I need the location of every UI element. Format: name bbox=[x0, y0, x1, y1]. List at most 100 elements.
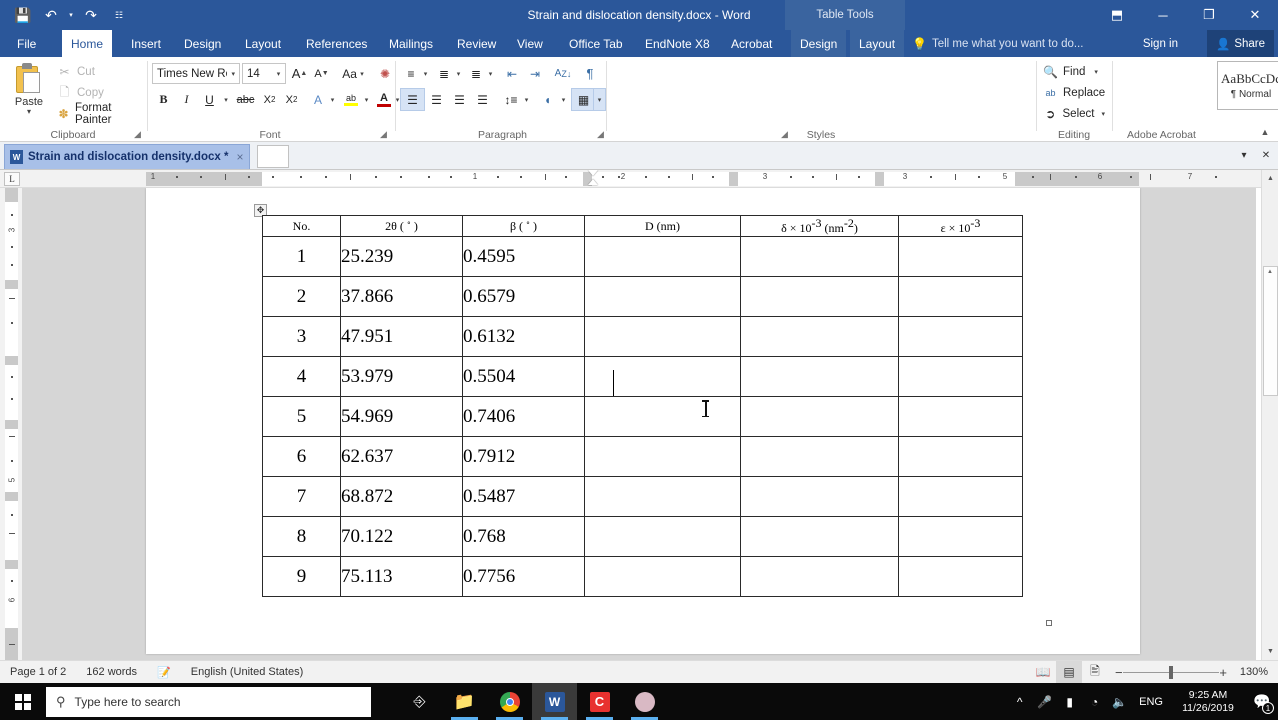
table-row[interactable]: 3 47.951 0.6132 bbox=[262, 316, 1023, 357]
clipboard-dialog-launcher-icon[interactable]: ◢ bbox=[132, 129, 143, 140]
table-row[interactable]: 1 25.239 0.4595 bbox=[262, 236, 1023, 277]
show-hidden-icons-icon[interactable]: ^ bbox=[1007, 683, 1032, 720]
tab-file[interactable]: File bbox=[8, 30, 45, 57]
file-explorer-button[interactable]: 📁 bbox=[442, 683, 487, 720]
tab-design[interactable]: Design bbox=[175, 30, 230, 57]
scroll-up-icon[interactable]: ▲ bbox=[1262, 170, 1278, 187]
volume-icon[interactable]: 🔈 bbox=[1107, 683, 1132, 720]
align-center-icon[interactable]: ☰ bbox=[425, 89, 448, 110]
bullets-caret-icon[interactable]: ▾ bbox=[420, 63, 431, 84]
cell-beta[interactable]: 0.5487 bbox=[462, 476, 585, 517]
table-row[interactable]: 2 37.866 0.6579 bbox=[262, 276, 1023, 317]
tab-home[interactable]: Home bbox=[62, 30, 113, 57]
font-family-combo[interactable]: Times New Ro ▾ bbox=[152, 63, 240, 84]
tab-view[interactable]: View bbox=[508, 30, 552, 57]
document-tab-close-icon[interactable]: × bbox=[236, 150, 243, 164]
cell-no[interactable]: 5 bbox=[262, 396, 341, 437]
styles-dialog-launcher-icon[interactable]: ◢ bbox=[779, 129, 790, 140]
cell-no[interactable]: 7 bbox=[262, 476, 341, 517]
justify-icon[interactable]: ☰ bbox=[471, 89, 494, 110]
numbering-caret-icon[interactable]: ▾ bbox=[453, 63, 464, 84]
show-formatting-marks-icon[interactable]: ¶ bbox=[580, 63, 600, 84]
cell-no[interactable]: 2 bbox=[262, 276, 341, 317]
cell-2theta[interactable]: 54.969 bbox=[340, 396, 463, 437]
cell-no[interactable]: 1 bbox=[262, 236, 341, 277]
search-input[interactable]: ⚲ Type here to search bbox=[46, 686, 371, 717]
tab-table-design[interactable]: Design bbox=[791, 30, 847, 57]
copy-button[interactable]: 🗋 Copy bbox=[54, 83, 138, 103]
cell-epsilon[interactable] bbox=[898, 476, 1023, 517]
cell-epsilon[interactable] bbox=[898, 316, 1023, 357]
paste-button[interactable]: Paste ▾ bbox=[6, 61, 52, 127]
word-button[interactable]: W bbox=[532, 683, 577, 720]
table-row[interactable]: 8 70.122 0.768 bbox=[262, 516, 1023, 557]
tell-me-search[interactable]: 💡 Tell me what you want to do... bbox=[912, 30, 1083, 57]
proofing-errors-icon[interactable]: 📝 bbox=[147, 661, 181, 684]
ribbon-display-options-icon[interactable]: ⬒ bbox=[1094, 0, 1140, 30]
cell-d[interactable] bbox=[584, 236, 741, 277]
font-family-caret-icon[interactable]: ▾ bbox=[227, 70, 239, 78]
italic-icon[interactable]: I bbox=[176, 89, 197, 110]
shrink-font-icon[interactable]: A ▼ bbox=[311, 63, 332, 84]
font-color-icon[interactable]: A bbox=[374, 89, 394, 110]
decrease-indent-icon[interactable]: ⇤ bbox=[501, 63, 523, 84]
paste-dropdown-icon[interactable]: ▾ bbox=[27, 108, 31, 116]
page-indicator[interactable]: Page 1 of 2 bbox=[0, 661, 76, 684]
table-row[interactable]: 9 75.113 0.7756 bbox=[262, 556, 1023, 597]
cell-beta[interactable]: 0.7406 bbox=[462, 396, 585, 437]
cell-beta[interactable]: 0.7756 bbox=[462, 556, 585, 597]
cell-epsilon[interactable] bbox=[898, 556, 1023, 597]
increase-indent-icon[interactable]: ⇥ bbox=[524, 63, 546, 84]
clock[interactable]: 9:25 AM 11/26/2019 bbox=[1170, 683, 1246, 720]
cell-no[interactable]: 8 bbox=[262, 516, 341, 557]
text-highlight-icon[interactable]: ab bbox=[340, 89, 362, 110]
borders-caret-icon[interactable]: ▾ bbox=[593, 88, 606, 111]
undo-dropdown-icon[interactable]: ▾ bbox=[66, 2, 76, 28]
cell-delta[interactable] bbox=[740, 276, 899, 317]
word-count[interactable]: 162 words bbox=[76, 661, 147, 684]
font-size-combo[interactable]: 14 ▾ bbox=[242, 63, 286, 84]
table-resize-handle[interactable] bbox=[1046, 620, 1052, 626]
cell-2theta[interactable]: 37.866 bbox=[340, 276, 463, 317]
text-highlight-caret-icon[interactable]: ▾ bbox=[361, 89, 372, 110]
hanging-indent-marker[interactable] bbox=[588, 179, 598, 185]
text-effects-caret-icon[interactable]: ▾ bbox=[327, 89, 338, 110]
change-case-icon[interactable]: Aa ▾ bbox=[336, 63, 370, 84]
cell-beta[interactable]: 0.4595 bbox=[462, 236, 585, 277]
table-row[interactable]: 7 68.872 0.5487 bbox=[262, 476, 1023, 517]
bullets-icon[interactable]: ≡ bbox=[401, 63, 421, 84]
table-row[interactable]: 5 54.969 0.7406 bbox=[262, 396, 1023, 437]
save-icon[interactable]: 💾 bbox=[10, 2, 36, 28]
cell-d[interactable] bbox=[584, 516, 741, 557]
tabbar-close-icon[interactable]: ✕ bbox=[1256, 145, 1276, 166]
cell-delta[interactable] bbox=[740, 436, 899, 477]
cell-epsilon[interactable] bbox=[898, 436, 1023, 477]
undo-icon[interactable]: ↶ bbox=[38, 2, 64, 28]
text-effects-icon[interactable]: A bbox=[308, 89, 328, 110]
line-spacing-caret-icon[interactable]: ▾ bbox=[521, 89, 532, 110]
cell-no[interactable]: 6 bbox=[262, 436, 341, 477]
font-dialog-launcher-icon[interactable]: ◢ bbox=[378, 129, 389, 140]
cell-2theta[interactable]: 53.979 bbox=[340, 356, 463, 397]
cell-delta[interactable] bbox=[740, 396, 899, 437]
cell-no[interactable]: 9 bbox=[262, 556, 341, 597]
cell-d[interactable] bbox=[584, 436, 741, 477]
tab-acrobat[interactable]: Acrobat bbox=[722, 30, 781, 57]
select-caret-icon[interactable]: ▾ bbox=[1101, 110, 1105, 118]
subscript-icon[interactable]: X2 bbox=[259, 89, 280, 110]
customize-qat-icon[interactable]: ☷ bbox=[106, 2, 132, 28]
document-page[interactable]: ✥ No. 2θ ( ˚ ) β ( ˚ ) D (nm) δ × 10-3 (… bbox=[146, 188, 1140, 654]
cell-2theta[interactable]: 25.239 bbox=[340, 236, 463, 277]
chrome-button[interactable] bbox=[487, 683, 532, 720]
microphone-icon[interactable]: 🎤 bbox=[1032, 683, 1057, 720]
read-mode-icon[interactable]: 📖 bbox=[1030, 661, 1056, 684]
tabbar-options-icon[interactable]: ▾ bbox=[1234, 145, 1254, 166]
cell-2theta[interactable]: 68.872 bbox=[340, 476, 463, 517]
task-view-button[interactable]: ⎆ bbox=[397, 683, 442, 720]
cell-no[interactable]: 3 bbox=[262, 316, 341, 357]
underline-caret-icon[interactable]: ▾ bbox=[220, 89, 232, 110]
cell-beta[interactable]: 0.6132 bbox=[462, 316, 585, 357]
superscript-icon[interactable]: X2 bbox=[281, 89, 302, 110]
cell-epsilon[interactable] bbox=[898, 356, 1023, 397]
cell-delta[interactable] bbox=[740, 316, 899, 357]
